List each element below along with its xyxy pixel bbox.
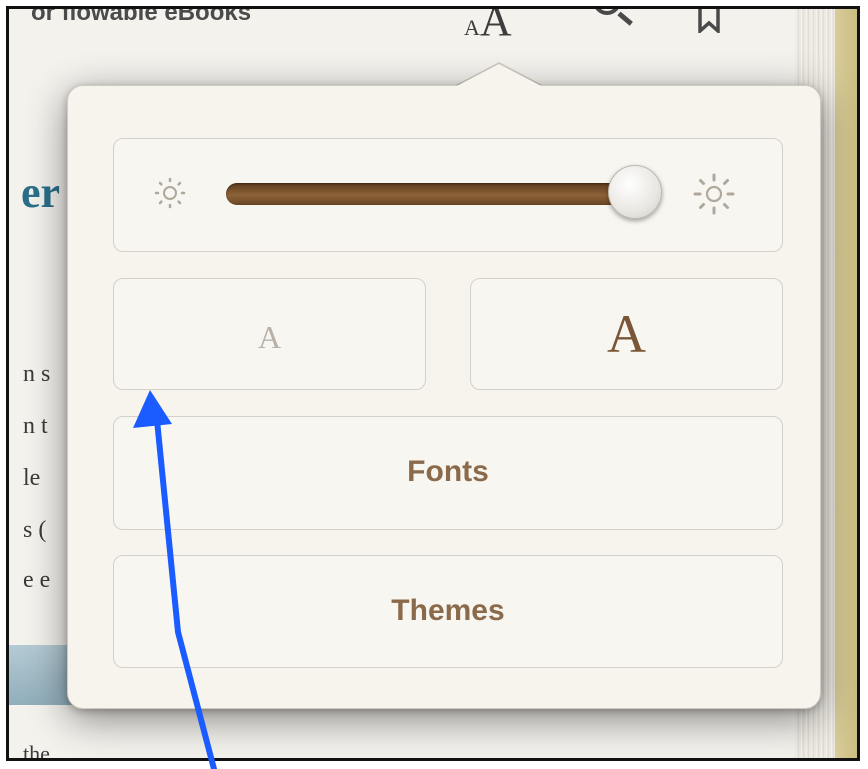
- background-heading-fragment: er: [21, 168, 61, 217]
- screenshot-frame: or flowable eBooks AA er n s n t le s ( …: [6, 6, 860, 761]
- background-bottom-text: the: [23, 741, 50, 761]
- book-cover-edge: [835, 9, 857, 758]
- brightness-slider-track[interactable]: [226, 183, 634, 205]
- brightness-slider-knob[interactable]: [608, 165, 662, 219]
- font-size-icon-large-a: A: [479, 6, 512, 45]
- brightness-low-icon[interactable]: [152, 175, 188, 211]
- increase-font-size-label: A: [607, 304, 646, 364]
- fonts-button[interactable]: Fonts: [113, 416, 783, 530]
- decrease-font-size-label: A: [257, 319, 282, 355]
- themes-button-label: Themes: [391, 594, 505, 627]
- background-text-line: le: [23, 465, 41, 491]
- decrease-font-size-button[interactable]: A: [113, 278, 426, 390]
- background-text-line: n s: [23, 361, 51, 387]
- page-header-text: or flowable eBooks: [31, 6, 252, 26]
- background-text-line: e e: [23, 567, 51, 593]
- themes-button[interactable]: Themes: [113, 555, 783, 668]
- search-icon[interactable]: [593, 9, 621, 15]
- font-settings-popover: A A Fonts Themes: [67, 85, 821, 709]
- fonts-button-label: Fonts: [407, 455, 489, 488]
- font-size-icon[interactable]: AA: [464, 6, 512, 46]
- increase-font-size-button[interactable]: A: [470, 278, 783, 390]
- bookmark-icon[interactable]: [698, 6, 720, 33]
- brightness-control: [113, 138, 783, 252]
- background-text-line: n t: [23, 413, 48, 439]
- brightness-high-icon[interactable]: [692, 172, 736, 216]
- popover-arrow: [453, 64, 545, 88]
- background-text-line: s (: [23, 517, 47, 543]
- font-size-icon-small-a: A: [464, 15, 480, 40]
